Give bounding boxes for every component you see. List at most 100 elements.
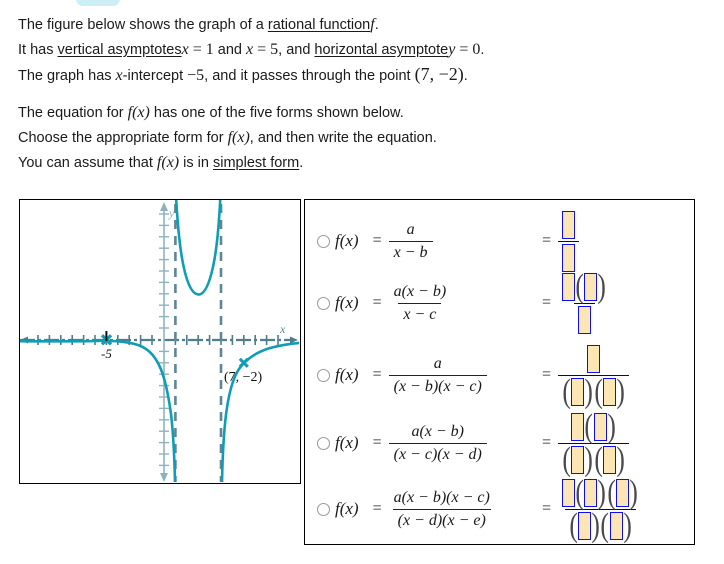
choice-formula: a(x − b)(x − c) (x − d)(x − e): [389, 488, 495, 531]
choice-formula: a(x − b) x − c: [389, 282, 452, 325]
answer-entry-choice-a: =: [535, 210, 580, 272]
link-simplest-form[interactable]: simplest form: [213, 155, 299, 171]
answer-input-box[interactable]: [571, 412, 585, 441]
choice-b[interactable]: f(x) = a(x − b) x − c: [317, 272, 451, 334]
answer-input-box[interactable]: [603, 445, 617, 474]
answer-input-box[interactable]: [562, 478, 576, 507]
right-paren: ): [591, 506, 600, 544]
line6-text-d: is in: [179, 155, 213, 171]
left-paren: (: [594, 372, 603, 410]
y-axis-label: y: [168, 206, 175, 220]
answer-input-box[interactable]: [577, 511, 591, 540]
answer-input-box[interactable]: [571, 445, 585, 474]
right-paren: ): [616, 372, 625, 410]
answer-fraction: ()()(): [558, 407, 630, 478]
equals-sign: =: [372, 500, 382, 517]
curve-middle-branch: [174, 200, 222, 296]
line2-period: .: [480, 42, 485, 58]
formula-denominator: x − c: [398, 302, 442, 325]
rational-function-graph: -5 (7, −2) y x: [20, 200, 299, 482]
answer-choices-panel: f(x) = a x − b = f(x) = a(x − b) x − c =() f(x) = a(…: [304, 199, 695, 545]
answer-equals-sign: =: [542, 366, 552, 383]
formula-numerator: a(x − b): [411, 422, 465, 440]
answer-input-box[interactable]: [603, 377, 617, 406]
line3-x: x: [115, 67, 123, 84]
left-paren: (: [600, 506, 610, 544]
statement-line-1: The figure below shows the graph of a ra…: [18, 12, 708, 37]
answer-numerator: [583, 344, 604, 375]
graph-panel: -5 (7, −2) y x: [19, 199, 301, 484]
line2-val1: 1: [205, 41, 214, 58]
link-horizontal-asymptote[interactable]: horizontal asymptote: [314, 42, 448, 58]
top-status-pill[interactable]: ✦: [76, 0, 120, 6]
right-paren: ): [622, 506, 632, 544]
problem-statement: The figure below shows the graph of a ra…: [18, 12, 708, 175]
answer-input-box[interactable]: [577, 305, 591, 334]
answer-denominator: ()(): [564, 506, 636, 544]
line2-eq3: =: [455, 41, 473, 58]
left-paren: (: [575, 267, 584, 305]
formula-denominator: (x − b)(x − c): [388, 374, 487, 397]
choice-fx-label: f(x): [335, 499, 359, 518]
left-paren: (: [562, 372, 571, 410]
answer-fraction: (): [558, 267, 611, 334]
choice-d[interactable]: f(x) = a(x − b) (x − c)(x − d): [317, 412, 487, 474]
curve-left-branch: [20, 339, 177, 482]
answer-input-box[interactable]: [593, 412, 607, 441]
right-paren: ): [584, 440, 594, 478]
formula-numerator: a: [406, 220, 415, 238]
line2-x1: x: [181, 41, 189, 58]
answer-input-box[interactable]: [587, 344, 601, 373]
answer-entry-choice-b: = (): [535, 267, 611, 334]
line2-eq2: =: [253, 41, 271, 58]
statement-line-4: The equation for f(x) has one of the fiv…: [18, 100, 708, 125]
radio-choice-c[interactable]: [317, 368, 330, 382]
x-axis-label: x: [279, 322, 286, 336]
line6-text-a: You can assume that: [18, 155, 157, 171]
formula-denominator: (x − c)(x − d): [388, 442, 487, 465]
answer-equals-sign: =: [542, 232, 552, 249]
line3-text-c: -intercept: [122, 68, 188, 84]
left-paren: (: [575, 473, 584, 511]
equals-sign: =: [372, 232, 382, 249]
choice-fx-label: f(x): [335, 293, 359, 312]
link-vertical-asymptotes[interactable]: vertical asymptotes: [58, 42, 182, 58]
radio-choice-b[interactable]: [317, 296, 330, 310]
answer-input-box[interactable]: [584, 478, 598, 507]
formula-numerator: a(x − b): [393, 282, 447, 300]
left-paren: (: [584, 407, 594, 445]
right-paren: ): [584, 372, 594, 410]
choice-e[interactable]: f(x) = a(x − b)(x − c) (x − d)(x − e): [317, 478, 495, 540]
choice-formula: a (x − b)(x − c): [388, 354, 487, 397]
equals-sign: =: [372, 294, 382, 311]
answer-input-box[interactable]: [609, 511, 623, 540]
left-paren: (: [594, 440, 603, 478]
right-paren: ): [597, 473, 607, 511]
line2-val2: 5: [270, 41, 279, 58]
choice-c[interactable]: f(x) = a (x − b)(x − c): [317, 344, 487, 406]
right-paren: ): [607, 407, 616, 445]
line3-point: (7, −2): [414, 64, 464, 84]
answer-input-box[interactable]: [562, 243, 576, 272]
answer-entry-choice-c: =()(): [535, 344, 630, 410]
statement-line-5: Choose the appropriate form for f(x), an…: [18, 125, 708, 150]
line6-of-x: (x): [161, 154, 180, 171]
answer-denominator: ()(): [558, 440, 630, 478]
answer-input-box[interactable]: [571, 377, 585, 406]
answer-numerator: (): [567, 407, 620, 445]
radio-choice-e[interactable]: [317, 502, 330, 516]
answer-input-box[interactable]: [616, 478, 630, 507]
line5-text-d: , and then write the equation.: [249, 130, 437, 146]
answer-input-box[interactable]: [584, 272, 598, 301]
answer-input-box[interactable]: [562, 210, 576, 239]
line2-eq1: =: [188, 41, 206, 58]
answer-input-box[interactable]: [562, 272, 576, 301]
line4-of-x: (x): [132, 104, 150, 121]
left-paren: (: [607, 473, 616, 511]
link-rational-function[interactable]: rational function: [268, 17, 370, 33]
y-axis: [160, 202, 168, 482]
radio-choice-d[interactable]: [317, 436, 330, 450]
radio-choice-a[interactable]: [317, 234, 330, 248]
choice-a[interactable]: f(x) = a x − b: [317, 210, 433, 272]
answer-equals-sign: =: [542, 434, 552, 451]
